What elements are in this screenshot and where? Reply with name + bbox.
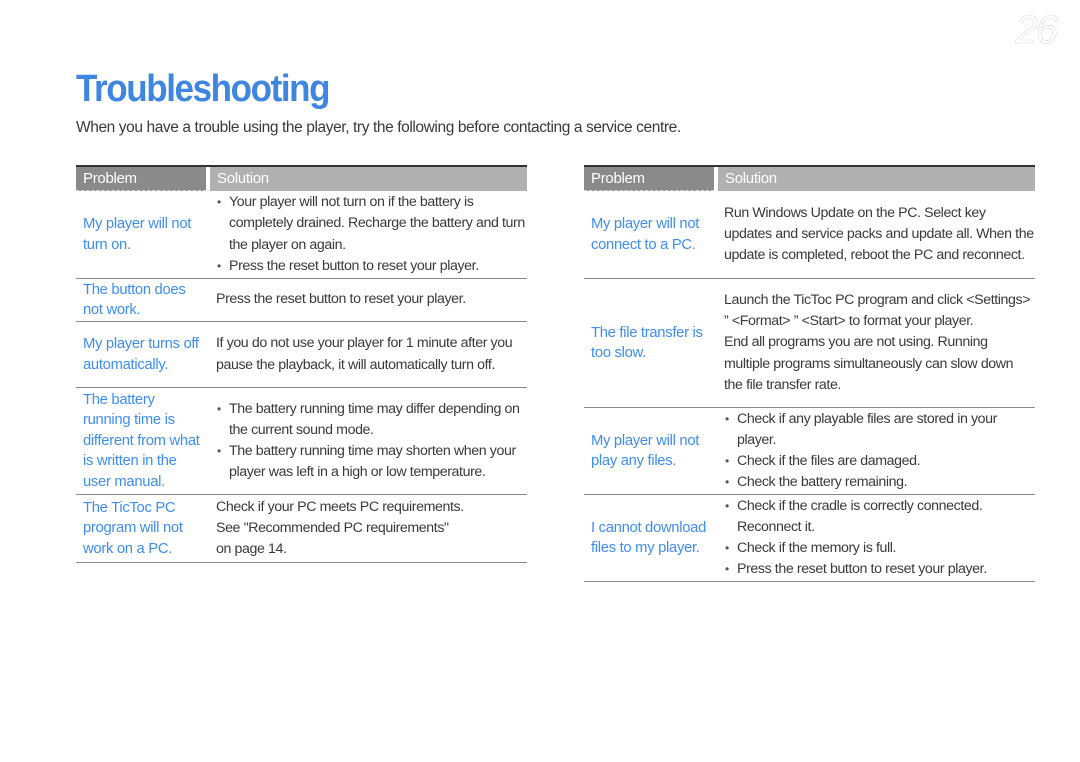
table-header: Problem Solution (76, 167, 527, 191)
solution-text: End all programs you are not using. Runn… (724, 334, 1014, 393)
solution-cell: Check if your PC meets PC requirements. … (210, 497, 527, 561)
troubleshooting-table-left: Problem Solution My player will not turn… (76, 165, 527, 563)
problem-cell: My player turns off automatically. (83, 336, 199, 373)
problem-cell: My player will not turn on. (83, 216, 192, 253)
solution-bullet: Check if the cradle is correctly connect… (724, 496, 1035, 538)
problem-cell: My player will not connect to a PC. (591, 216, 700, 253)
solution-bullet: Your player will not turn on if the batt… (216, 192, 527, 256)
solution-text: Check if your PC meets PC requirements. (216, 498, 464, 515)
solution-text: Run Windows Update on the PC. Select key… (724, 204, 1034, 264)
solution-cell: If you do not use your player for 1 minu… (210, 333, 527, 375)
problem-cell: My player will not play any files. (591, 432, 700, 470)
problem-cell: I cannot download files to my player. (591, 519, 707, 557)
intro-text: When you have a trouble using the player… (76, 119, 681, 136)
problem-cell: The TicToc PC program will not work on a… (83, 499, 183, 557)
solution-bullet: Press the reset button to reset your pla… (216, 256, 527, 277)
solution-cell: Launch the TicToc PC program and click <… (718, 290, 1035, 396)
table-row: The TicToc PC program will not work on a… (76, 495, 527, 563)
table-row: My player turns off automatically. If yo… (76, 322, 527, 388)
solution-bullet: Check if the files are damaged. (724, 451, 1035, 472)
table-row: I cannot download files to my player. Ch… (584, 495, 1035, 582)
problem-cell: The button does not work. (83, 281, 186, 319)
solution-cell: The battery running time may differ depe… (210, 399, 527, 484)
solution-cell: Press the reset button to reset your pla… (210, 289, 527, 310)
solution-text: Launch the TicToc PC program and click <… (724, 291, 1031, 330)
solution-cell: Your player will not turn on if the batt… (210, 192, 527, 277)
solution-bullet: Check the battery remaining. (724, 472, 1035, 493)
solution-cell: Check if any playable files are stored i… (718, 409, 1035, 494)
table-row: The battery running time is different fr… (76, 388, 527, 495)
table-row: My player will not connect to a PC. Run … (584, 191, 1035, 279)
solution-cell: Run Windows Update on the PC. Select key… (718, 203, 1035, 267)
solution-bullet: The battery running time may shorten whe… (216, 441, 527, 483)
solution-bullet: Check if any playable files are stored i… (724, 409, 1035, 451)
solution-cell: Check if the cradle is correctly connect… (718, 496, 1035, 581)
solution-text: Press the reset button to reset your pla… (216, 291, 466, 308)
troubleshooting-table-right: Problem Solution My player will not conn… (584, 165, 1035, 582)
table-header: Problem Solution (584, 167, 1035, 191)
page-number: 26 (1015, 8, 1058, 52)
table-row: The file transfer is too slow. Launch th… (584, 279, 1035, 408)
solution-text: If you do not use your player for 1 minu… (216, 335, 513, 373)
page-title: Troubleshooting (76, 68, 331, 110)
header-problem: Problem (584, 167, 714, 191)
problem-cell: The battery running time is different fr… (83, 391, 200, 490)
table-row: My player will not turn on. Your player … (76, 191, 527, 279)
solution-text: on page 14. (216, 541, 287, 558)
header-solution: Solution (718, 167, 1035, 191)
table-row: The button does not work. Press the rese… (76, 279, 527, 322)
solution-bullet: Check if the memory is full. (724, 538, 1035, 559)
header-problem: Problem (76, 167, 206, 191)
problem-cell: The file transfer is too slow. (591, 324, 703, 362)
solution-bullet: The battery running time may differ depe… (216, 399, 527, 441)
solution-text: See "Recommended PC requirements" (216, 519, 449, 536)
solution-bullet: Press the reset button to reset your pla… (724, 559, 1035, 580)
header-solution: Solution (210, 167, 527, 191)
table-row: My player will not play any files. Check… (584, 408, 1035, 495)
